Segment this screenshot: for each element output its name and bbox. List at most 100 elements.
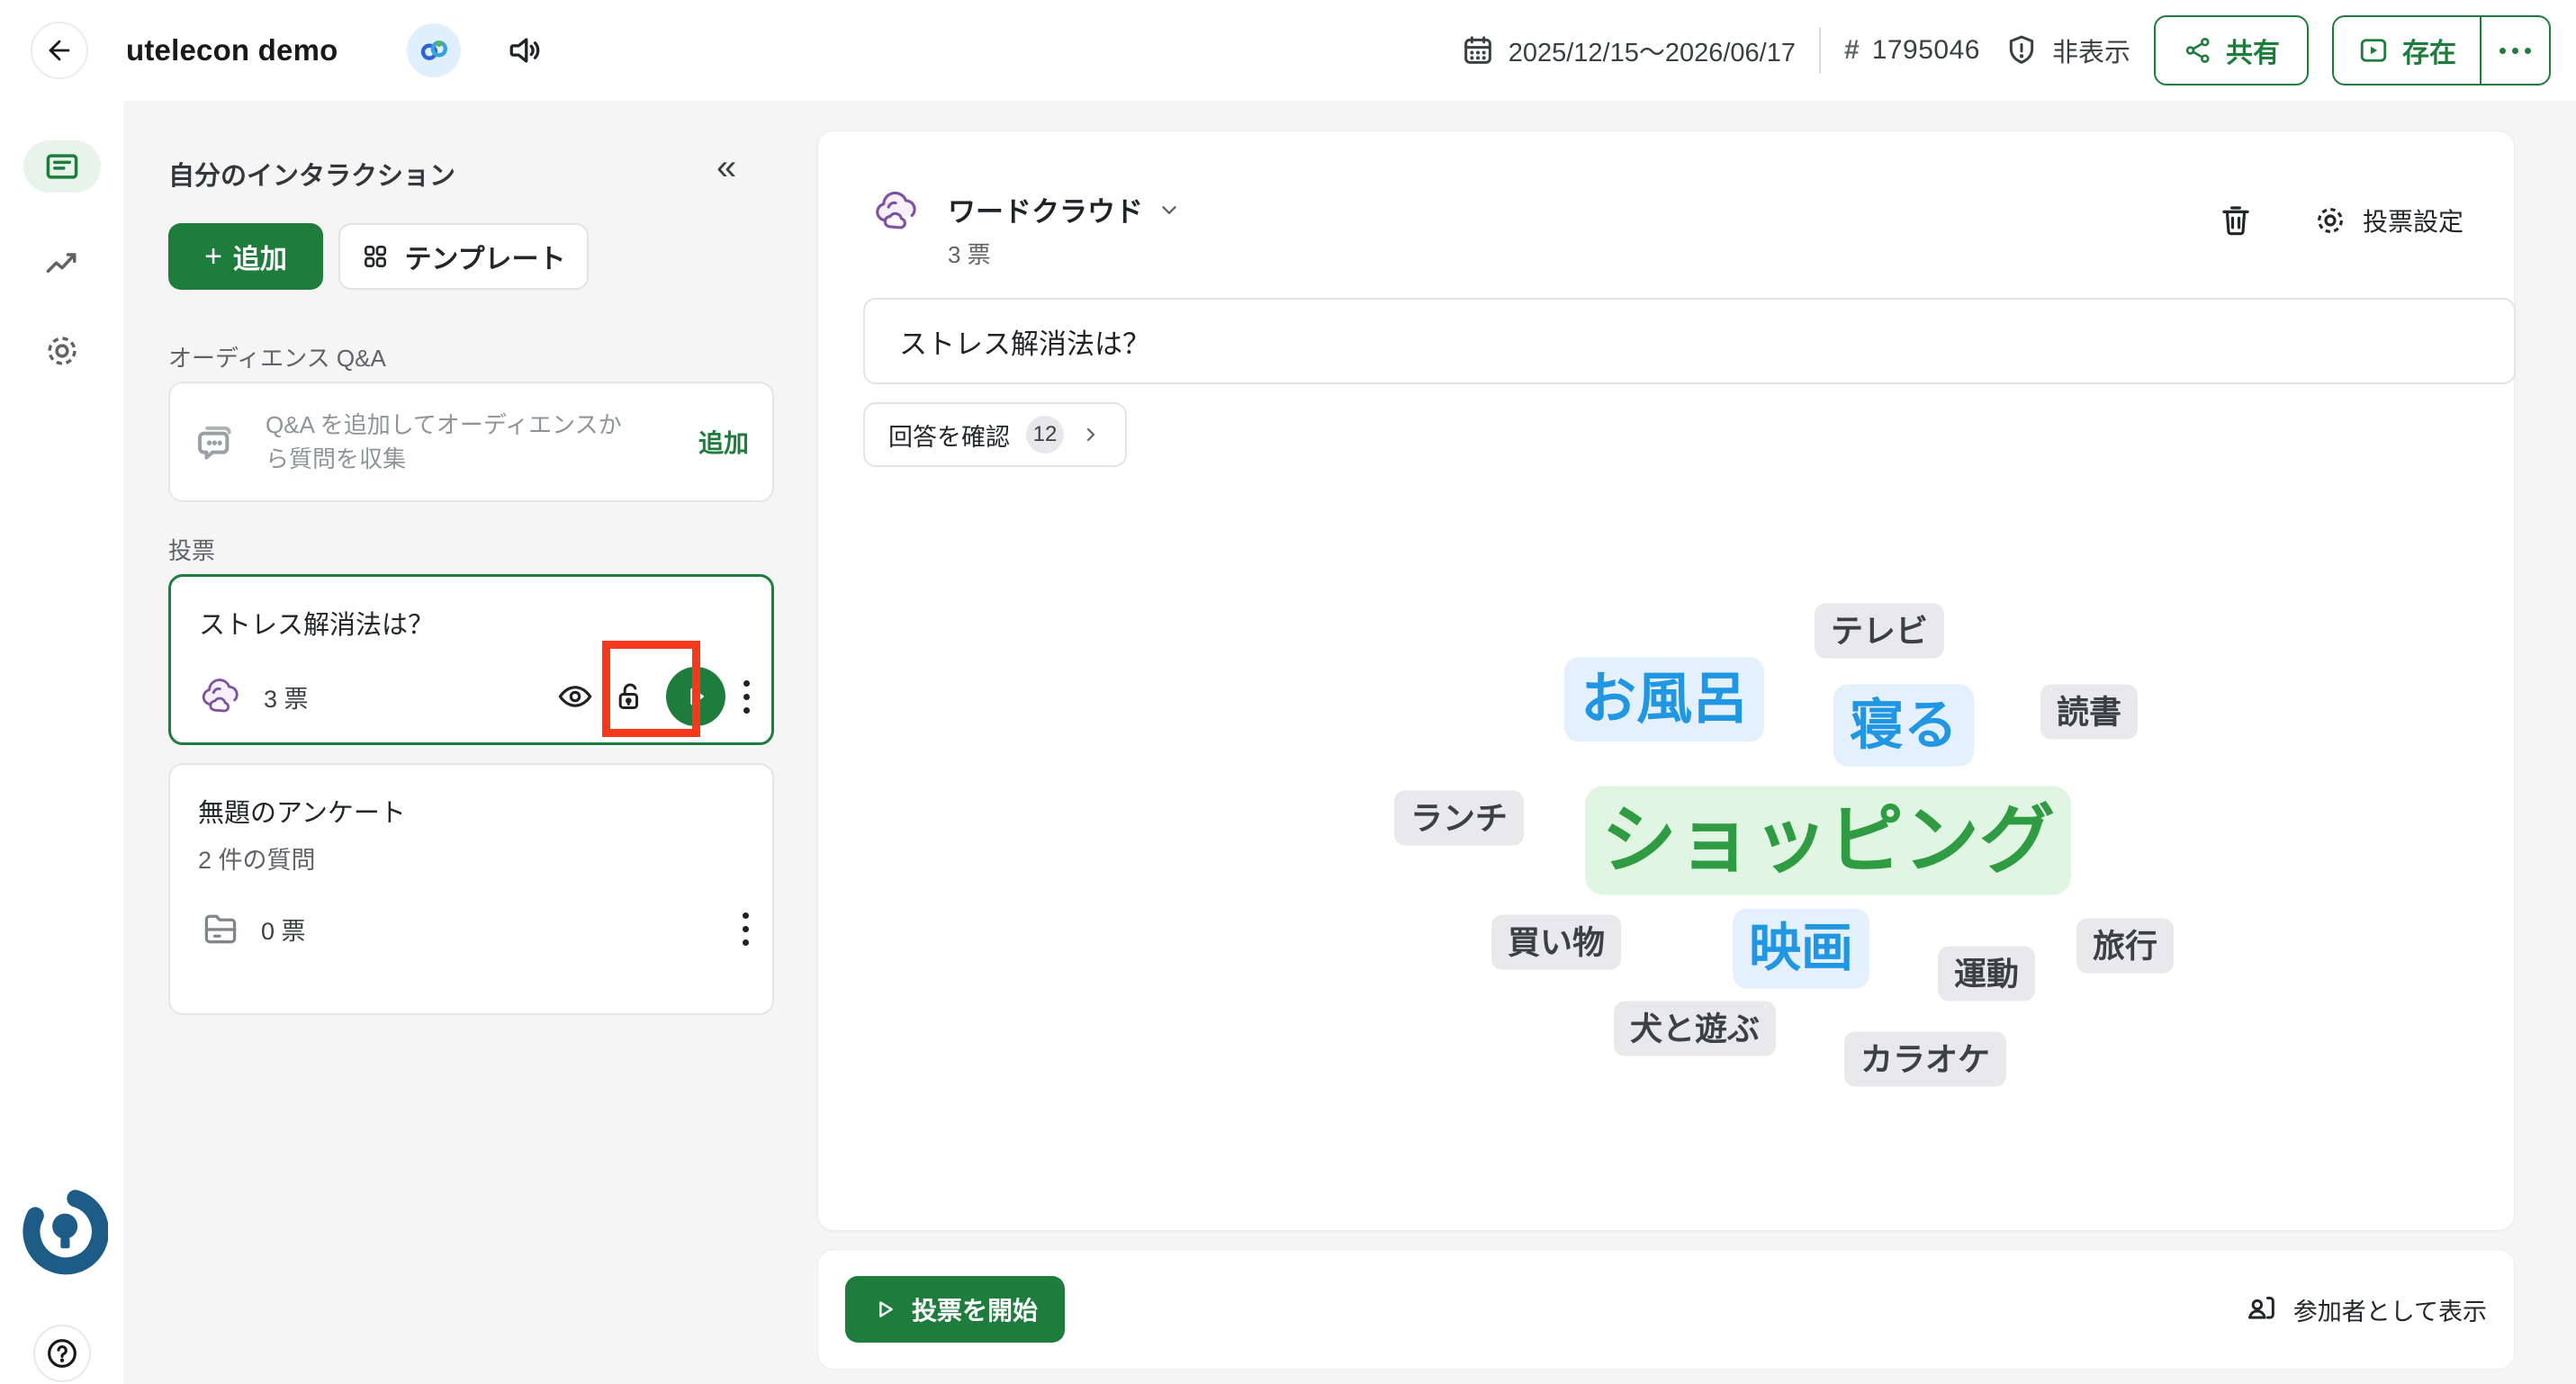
- answers-count-badge: 12: [1026, 416, 1064, 454]
- question-input[interactable]: [863, 298, 2516, 384]
- poll-detail-card: ワードクラウド 3 票 投票設定 回答を確認 12 テレビお風呂寝る 読書ランチ シ…: [817, 130, 2515, 1231]
- preview-eye-button[interactable]: [556, 678, 594, 715]
- event-dates: 2025/12/15〜2026/06/17: [1460, 31, 1796, 69]
- play-outline-icon: [872, 1297, 897, 1322]
- poll-votes-count: 3 票: [948, 237, 1181, 270]
- chevron-down-icon: [1157, 198, 1181, 221]
- poll-menu-button[interactable]: [743, 680, 750, 714]
- review-answers-label: 回答を確認: [888, 418, 1010, 453]
- rail-item-settings[interactable]: [35, 324, 89, 378]
- help-button[interactable]: [33, 1325, 91, 1382]
- template-button[interactable]: テンプレート: [338, 223, 589, 290]
- survey-votes-label: 0 票: [261, 912, 306, 947]
- word-cloud-word: 運動: [1938, 947, 2035, 1002]
- word-cloud-word: ショッピング: [1585, 786, 2071, 895]
- participant-view-icon: [2243, 1291, 2279, 1327]
- qa-card-text: Q&A を追加してオーディエンスから質問を収集: [266, 408, 644, 476]
- wordcloud-icon: [199, 677, 246, 716]
- webex-logo: [407, 23, 461, 77]
- panel-title: 自分のインタラクション: [168, 155, 455, 193]
- share-label: 共有: [2226, 31, 2280, 70]
- polls-section-label: 投票: [168, 533, 215, 566]
- nav-rail: [0, 101, 123, 1384]
- start-poll-label: 投票を開始: [912, 1291, 1038, 1327]
- hash-icon: #: [1844, 35, 1860, 66]
- footer-bar: 投票を開始 参加者として表示: [817, 1249, 2515, 1370]
- present-label: 存在: [2402, 31, 2456, 70]
- eye-icon: [556, 678, 594, 715]
- share-button[interactable]: 共有: [2154, 15, 2309, 85]
- chat-bubbles-icon: [194, 417, 244, 467]
- header-right-group: 2025/12/15〜2026/06/17 # 1795046 非表示 共有 存…: [1460, 0, 2551, 101]
- more-options-button[interactable]: [2480, 17, 2549, 84]
- delete-poll-button[interactable]: [2217, 202, 2255, 239]
- app-root: utelecon demo 2025/12/15〜2026/06/17 # 17…: [0, 0, 2576, 1384]
- word-cloud-word: ランチ: [1394, 791, 1524, 846]
- event-code: # 1795046: [1844, 35, 1980, 66]
- date-range-label: 2025/12/15〜2026/06/17: [1509, 31, 1796, 69]
- present-split-button: 存在: [2332, 15, 2551, 85]
- add-button[interactable]: + 追加: [168, 223, 323, 290]
- question-icon: [44, 1335, 80, 1371]
- back-button[interactable]: [31, 22, 88, 79]
- view-as-participant-button[interactable]: 参加者として表示: [2243, 1291, 2487, 1327]
- word-cloud-word: 犬と遊ぶ: [1614, 1002, 1776, 1056]
- header-divider: [1819, 27, 1821, 74]
- folder-icon: [198, 909, 243, 948]
- poll-settings-button[interactable]: 投票設定: [2312, 202, 2463, 238]
- add-button-label: 追加: [233, 237, 287, 276]
- word-cloud-word: カラオケ: [1844, 1032, 2006, 1087]
- rail-item-interactions[interactable]: [23, 140, 101, 193]
- calendar-icon: [1460, 32, 1496, 68]
- word-cloud-word: 映画: [1733, 909, 1869, 989]
- play-icon: [682, 683, 709, 710]
- word-cloud-word: テレビ: [1815, 604, 1944, 659]
- review-answers-button[interactable]: 回答を確認 12: [863, 402, 1127, 467]
- survey-card-title: 無題のアンケート: [198, 792, 406, 830]
- survey-card-subtitle: 2 件の質問: [198, 840, 316, 876]
- top-header: utelecon demo 2025/12/15〜2026/06/17 # 17…: [0, 0, 2576, 101]
- start-poll-play-button[interactable]: [666, 667, 725, 726]
- trash-icon: [2217, 202, 2255, 239]
- announcement-icon[interactable]: [504, 31, 544, 70]
- share-icon: [2183, 35, 2213, 66]
- chevron-right-icon: [1080, 424, 1102, 445]
- poll-card-wordcloud[interactable]: ストレス解消法は？ 3 票: [168, 574, 774, 745]
- shield-exclamation-icon: [2004, 32, 2040, 68]
- present-button[interactable]: 存在: [2334, 17, 2480, 84]
- poll-card-survey[interactable]: 無題のアンケート 2 件の質問 0 票: [168, 763, 774, 1015]
- poll-type-label: ワードクラウド: [948, 189, 1143, 229]
- word-cloud-word: お風呂: [1564, 657, 1764, 741]
- plus-icon: +: [204, 239, 222, 274]
- gear-icon: [42, 331, 82, 371]
- poll-settings-label: 投票設定: [2363, 202, 2463, 238]
- cards-icon: [42, 147, 82, 186]
- qa-section-label: オーディエンス Q&A: [168, 340, 386, 373]
- privacy-status[interactable]: 非表示: [2004, 31, 2130, 69]
- word-cloud-word: 買い物: [1491, 915, 1621, 970]
- ellipsis-icon: [2499, 48, 2531, 54]
- rail-item-analytics[interactable]: [35, 238, 89, 292]
- word-cloud-word: 旅行: [2076, 919, 2174, 974]
- start-poll-button[interactable]: 投票を開始: [845, 1276, 1065, 1343]
- poll-type-selector[interactable]: ワードクラウド: [948, 189, 1181, 229]
- qa-empty-card: Q&A を追加してオーディエンスから質問を収集 追加: [168, 382, 774, 502]
- qa-add-link[interactable]: 追加: [698, 424, 749, 460]
- utelecon-logo: [16, 1186, 108, 1278]
- view-as-participant-label: 参加者として表示: [2293, 1292, 2487, 1327]
- lock-button[interactable]: [612, 679, 648, 714]
- settings-gear-icon: [2312, 202, 2348, 238]
- poll-card-title: ストレス解消法は？: [199, 604, 434, 642]
- arrow-left-icon: [44, 35, 75, 66]
- event-code-number: 1795046: [1872, 35, 1980, 66]
- poll-votes-label: 3 票: [264, 679, 309, 714]
- page-title: utelecon demo: [126, 0, 338, 101]
- template-button-label: テンプレート: [404, 237, 565, 276]
- survey-menu-button[interactable]: [743, 912, 749, 946]
- word-cloud-word: 読書: [2040, 685, 2138, 740]
- word-cloud-word: 寝る: [1833, 685, 1974, 767]
- collapse-panel-icon[interactable]: «: [716, 149, 736, 185]
- present-icon: [2357, 34, 2390, 67]
- privacy-label: 非表示: [2052, 31, 2130, 69]
- grid-icon: [361, 242, 390, 271]
